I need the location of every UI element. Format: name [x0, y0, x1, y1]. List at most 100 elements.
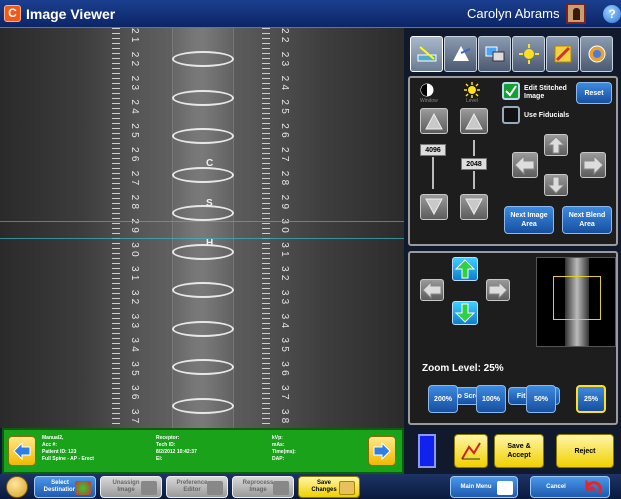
- edit-image-icon: [554, 45, 571, 63]
- tab-measure-tools[interactable]: [410, 36, 443, 72]
- ruler-right-numbers: 22 23 24 25 26 27 28 29 30 31 32 33 34 3…: [272, 28, 290, 428]
- xray-image-area[interactable]: 21 22 23 24 25 26 27 28 29 30 31 32 33 3…: [0, 28, 404, 428]
- vertebra-ring: [172, 167, 234, 183]
- stitch-move-right-button[interactable]: [580, 152, 606, 178]
- vertebra-ring: [172, 398, 234, 414]
- folder-icon: [339, 481, 355, 495]
- triangle-up-icon: [465, 112, 483, 130]
- arrow-down-icon: [546, 176, 566, 194]
- level-sun-icon: [464, 82, 480, 98]
- vertebra-ring: [172, 205, 234, 221]
- image-thumbnail[interactable]: [536, 257, 616, 347]
- preference-editor-button[interactable]: Preference Editor: [166, 476, 228, 498]
- next-image-button[interactable]: [368, 436, 396, 466]
- info-column-exam: Receptor: Tech ID: 8/2/2012 10:42:37 EI:: [156, 435, 197, 462]
- title-bar: C Image Viewer Carolyn Abrams ?: [0, 0, 621, 28]
- edit-stitched-checkbox[interactable]: [502, 82, 520, 100]
- stitch-move-left-button[interactable]: [512, 152, 538, 178]
- edit-stitched-label: Edit Stitched Image: [524, 85, 567, 100]
- pan-left-button[interactable]: [420, 279, 444, 301]
- right-control-panel: Window Level 4096 2048 Edit Stitched Ima…: [404, 28, 621, 428]
- stitch-line-bottom[interactable]: [0, 238, 404, 239]
- ruler-right: 22 23 24 25 26 27 28 29 30 31 32 33 34 3…: [262, 28, 292, 428]
- app-emblem-icon[interactable]: [6, 476, 28, 498]
- pan-down-button[interactable]: [452, 301, 478, 325]
- window-up-button[interactable]: [420, 108, 448, 134]
- save-accept-button[interactable]: Save & Accept: [494, 434, 544, 468]
- vertebra-ring: [172, 128, 234, 144]
- zoom-200-button[interactable]: 200%: [428, 385, 458, 413]
- arrow-up-icon: [546, 136, 566, 154]
- vertebra-ring: [172, 282, 234, 298]
- next-blend-area-button[interactable]: Next Blend Area: [562, 206, 612, 234]
- checkmark-icon: [505, 85, 517, 97]
- contrast-icon: [420, 83, 434, 97]
- zoom-100-button[interactable]: 100%: [476, 385, 506, 413]
- main-menu-button[interactable]: Main Menu: [450, 476, 518, 498]
- stitch-move-up-button[interactable]: [544, 134, 568, 156]
- pan-up-button[interactable]: [452, 257, 478, 281]
- vertebra-ring: [172, 321, 234, 337]
- use-fiducials-checkbox[interactable]: [502, 106, 520, 124]
- level-down-button[interactable]: [460, 194, 488, 220]
- arrow-up-icon: [454, 259, 476, 279]
- user-name: Carolyn Abrams: [467, 6, 560, 21]
- reset-button[interactable]: Reset: [576, 82, 612, 104]
- arrow-down-icon: [454, 303, 476, 323]
- triangle-down-icon: [425, 198, 443, 216]
- arrow-left-icon: [13, 441, 31, 461]
- undo-arrow-icon: [585, 479, 602, 494]
- vertebra-ring: [172, 244, 234, 260]
- brightness-icon: [518, 44, 539, 64]
- next-image-area-button[interactable]: Next Image Area: [504, 206, 554, 234]
- previous-image-button[interactable]: [8, 436, 36, 466]
- destination-icon: [75, 481, 91, 495]
- stitch-move-down-button[interactable]: [544, 174, 568, 196]
- pan-right-button[interactable]: [486, 279, 510, 301]
- app-title: Image Viewer: [26, 6, 116, 22]
- user-avatar[interactable]: [566, 3, 586, 24]
- info-column-exposure: kVp: mAs: Time(ms): DAP:: [272, 435, 296, 462]
- triangle-up-icon: [425, 112, 443, 130]
- save-changes-button[interactable]: Save Changes: [298, 476, 360, 498]
- chart-line-icon: [461, 442, 481, 460]
- marker-s: S: [206, 198, 213, 209]
- tab-target[interactable]: [580, 36, 613, 72]
- ruler-left: 21 22 23 24 25 26 27 28 29 30 31 32 33 3…: [112, 28, 142, 428]
- select-destination-button[interactable]: Select Destination: [34, 476, 96, 498]
- tab-brightness[interactable]: [512, 36, 545, 72]
- stitch-line-top[interactable]: [0, 221, 404, 222]
- zoom-25-button[interactable]: 25%: [576, 385, 606, 413]
- vertebra-ring: [172, 51, 234, 67]
- viewport-indicator[interactable]: [553, 276, 601, 320]
- app-logo-icon: C: [4, 5, 21, 22]
- target-icon: [588, 45, 605, 63]
- arrow-left-icon: [514, 154, 535, 176]
- unassign-image-button[interactable]: Unassign Image: [100, 476, 162, 498]
- reprocess-image-button[interactable]: Reprocess Image: [232, 476, 294, 498]
- help-icon[interactable]: ?: [603, 5, 621, 23]
- use-fiducials-label: Use Fiducials: [524, 112, 570, 119]
- measure-button[interactable]: [454, 434, 488, 468]
- reject-button[interactable]: Reject: [556, 434, 614, 468]
- level-slider[interactable]: [473, 140, 475, 156]
- window-slider[interactable]: [432, 157, 434, 189]
- tab-annotate[interactable]: [444, 36, 477, 72]
- window-down-button[interactable]: [420, 194, 448, 220]
- cancel-button[interactable]: Cancel: [530, 476, 610, 498]
- level-value: 2048: [461, 158, 487, 170]
- arrow-right-icon: [488, 280, 508, 300]
- tab-edit-image[interactable]: [546, 36, 579, 72]
- marker-h: H: [206, 238, 214, 249]
- window-icon-label: Window: [420, 98, 438, 104]
- reprocess-icon: [273, 481, 289, 495]
- patient-info-bar: Manual2, Acc #: Patient ID: 123 Full Spi…: [2, 428, 404, 474]
- annotate-icon: [452, 46, 470, 61]
- vertebra-ring: [172, 359, 234, 375]
- level-icon-label: Level: [466, 98, 478, 104]
- level-up-button[interactable]: [460, 108, 488, 134]
- tool-tabs: [406, 36, 619, 72]
- tab-layout[interactable]: [478, 36, 511, 72]
- preference-icon: [207, 481, 223, 495]
- zoom-50-button[interactable]: 50%: [526, 385, 556, 413]
